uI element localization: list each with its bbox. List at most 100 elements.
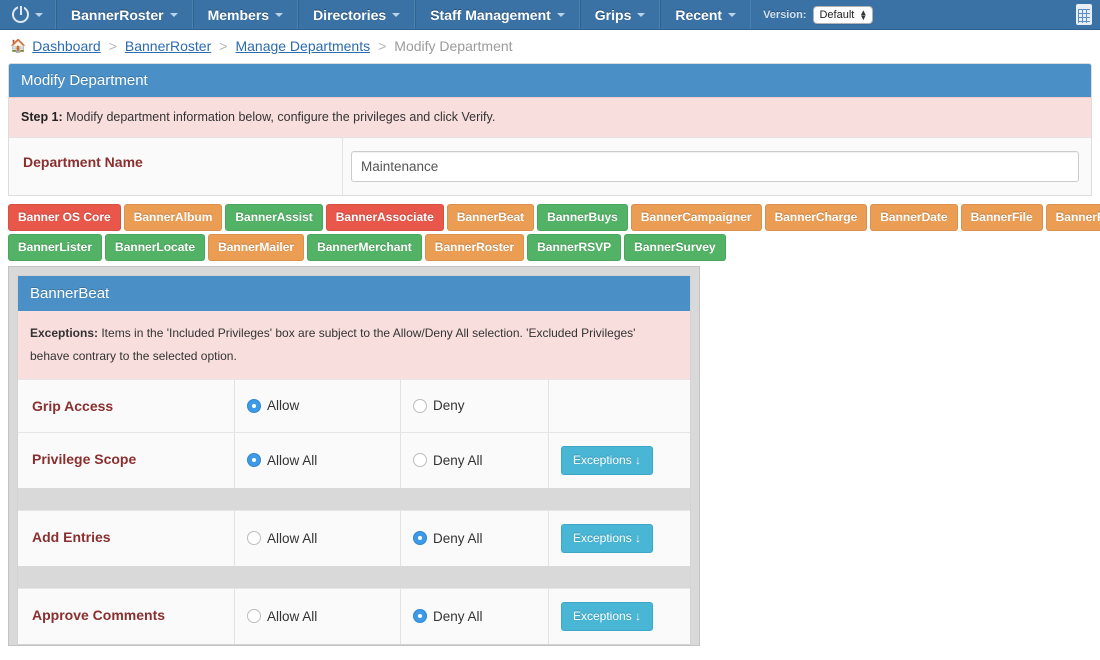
exceptions-button[interactable]: Exceptions ↓ [561, 445, 654, 475]
tab-banneralbum[interactable]: BannerAlbum [123, 204, 223, 232]
modify-department-panel: Modify Department Step 1: Modify departm… [8, 63, 1092, 197]
nav-label: Directories [313, 6, 387, 23]
breadcrumb-separator: > [108, 38, 117, 54]
tab-bannerbuys[interactable]: BannerBuys [537, 204, 628, 232]
chevron-down-icon [169, 12, 178, 17]
radio-allow-all-label: Allow All [267, 452, 318, 468]
module-tabs-row-1: Banner OS Core BannerAlbum BannerAssist … [8, 204, 1100, 232]
tab-bannerlocate[interactable]: BannerLocate [105, 234, 206, 262]
privilege-option-deny-all[interactable]: Deny All [400, 510, 548, 566]
breadcrumb-item-bannerroster[interactable]: BannerRoster [125, 38, 211, 54]
radio-deny-all[interactable] [413, 531, 427, 546]
privilege-option-deny[interactable]: Deny [400, 379, 548, 432]
tab-bannerdate[interactable]: BannerDate [870, 204, 958, 232]
breadcrumb-separator: > [378, 38, 387, 54]
page-title: Modify Department [9, 64, 1091, 97]
step-text: Modify department information below, con… [62, 110, 496, 124]
breadcrumb-item-manage-departments[interactable]: Manage Departments [235, 38, 370, 54]
department-name-label: Department Name [23, 154, 143, 171]
tab-bannerforms[interactable]: BannerForms [1045, 204, 1100, 232]
tab-bannersurvey[interactable]: BannerSurvey [624, 234, 726, 262]
tab-bannerroster[interactable]: BannerRoster [424, 234, 525, 262]
privilege-label: Add Entries [32, 528, 111, 545]
department-name-cell [342, 138, 1091, 196]
privilege-option-allow[interactable]: Allow [234, 379, 400, 432]
tab-bannerbeat[interactable]: BannerBeat [446, 204, 535, 232]
tab-bannercampaigner[interactable]: BannerCampaigner [630, 204, 762, 232]
privilege-action-cell [548, 379, 690, 432]
tab-bannercharge[interactable]: BannerCharge [764, 204, 868, 232]
nav-item-members[interactable]: Members [192, 0, 299, 29]
nav-label: Recent [675, 6, 723, 23]
exceptions-button[interactable]: Exceptions ↓ [561, 523, 654, 553]
exceptions-button[interactable]: Exceptions ↓ [561, 601, 654, 631]
privilege-row-grip-access: Grip Access Allow Deny [18, 378, 690, 432]
privilege-row-add-entries: Add Entries Allow All Deny All Exception… [18, 509, 690, 566]
nav-right-action[interactable] [1076, 4, 1098, 28]
privilege-option-allow-all[interactable]: Allow All [234, 510, 400, 566]
privilege-option-deny-all[interactable]: Deny All [400, 588, 548, 644]
chevron-down-icon [556, 12, 565, 17]
privileges-container: BannerBeat Exceptions: Items in the 'Inc… [8, 266, 700, 646]
version-select[interactable]: Default ▲ ▼ [813, 5, 874, 24]
chevron-down-icon [35, 12, 43, 17]
privilege-option-allow-all[interactable]: Allow All [234, 588, 400, 644]
nav-label: Members [207, 6, 270, 23]
nav-item-recent[interactable]: Recent [660, 0, 752, 29]
privilege-label: Privilege Scope [32, 450, 137, 467]
step-instruction: Step 1: Modify department information be… [9, 97, 1091, 138]
privilege-option-deny-all[interactable]: Deny All [400, 432, 548, 488]
radio-allow-all[interactable] [247, 609, 261, 624]
radio-deny-all[interactable] [413, 609, 427, 624]
privilege-option-allow-all[interactable]: Allow All [234, 432, 400, 488]
department-name-row: Department Name [9, 137, 1091, 196]
tab-bannerrsvp[interactable]: BannerRSVP [527, 234, 622, 262]
chevron-down-icon [637, 12, 646, 17]
home-icon: 🏠 [10, 38, 27, 53]
radio-deny-all-label: Deny All [433, 452, 483, 468]
radio-allow[interactable] [247, 398, 261, 413]
module-tabs-row-2: BannerLister BannerLocate BannerMailer B… [8, 234, 1092, 262]
chevron-down-icon [728, 12, 737, 17]
tab-bannermailer[interactable]: BannerMailer [208, 234, 305, 262]
step-label: Step 1: [21, 110, 63, 124]
row-separator-band [18, 487, 690, 510]
privilege-label: Approve Comments [32, 606, 166, 623]
radio-allow-all[interactable] [247, 531, 261, 546]
version-select-value: Default [819, 8, 855, 21]
top-navbar: BannerRoster Members Directories Staff M… [0, 0, 1100, 30]
nav-item-directories[interactable]: Directories [298, 0, 416, 29]
privileges-panel-title: BannerBeat [18, 276, 690, 312]
privilege-row-approve-comments: Approve Comments Allow All Deny All Exce… [18, 587, 690, 644]
nav-item-power[interactable] [0, 0, 56, 29]
exceptions-note-label: Exceptions: [30, 326, 99, 341]
tab-banner-os-core[interactable]: Banner OS Core [8, 204, 121, 232]
power-icon [12, 6, 29, 23]
department-name-input[interactable] [351, 151, 1079, 183]
radio-allow-all[interactable] [247, 453, 261, 468]
breadcrumb-item-current: Modify Department [394, 38, 513, 54]
nav-item-grips[interactable]: Grips [579, 0, 661, 29]
radio-deny-all-label: Deny All [433, 530, 483, 546]
exceptions-note: Exceptions: Items in the 'Included Privi… [18, 311, 690, 379]
nav-label: Grips [594, 6, 632, 23]
tab-bannerassociate[interactable]: BannerAssociate [325, 204, 444, 232]
tab-bannerlister[interactable]: BannerLister [8, 234, 103, 262]
breadcrumb-item-dashboard[interactable]: Dashboard [32, 38, 101, 54]
radio-deny-all-label: Deny All [433, 608, 483, 624]
chevron-down-icon [392, 12, 401, 17]
privilege-label: Grip Access [32, 397, 114, 414]
module-tabs: Banner OS Core BannerAlbum BannerAssist … [0, 196, 1100, 262]
stepper-arrows-icon: ▲ ▼ [859, 7, 868, 22]
privilege-action-cell: Exceptions ↓ [548, 510, 690, 566]
row-separator-band [18, 565, 690, 588]
radio-allow-label: Allow [267, 398, 300, 414]
nav-item-staff-management[interactable]: Staff Management [415, 0, 580, 29]
tab-bannermerchant[interactable]: BannerMerchant [307, 234, 422, 262]
nav-item-bannerroster[interactable]: BannerRoster [56, 0, 193, 29]
tab-bannerfile[interactable]: BannerFile [960, 204, 1043, 232]
tab-bannerassist[interactable]: BannerAssist [225, 204, 323, 232]
radio-deny-all[interactable] [413, 453, 427, 468]
radio-deny[interactable] [413, 398, 427, 413]
radio-deny-label: Deny [433, 398, 465, 414]
